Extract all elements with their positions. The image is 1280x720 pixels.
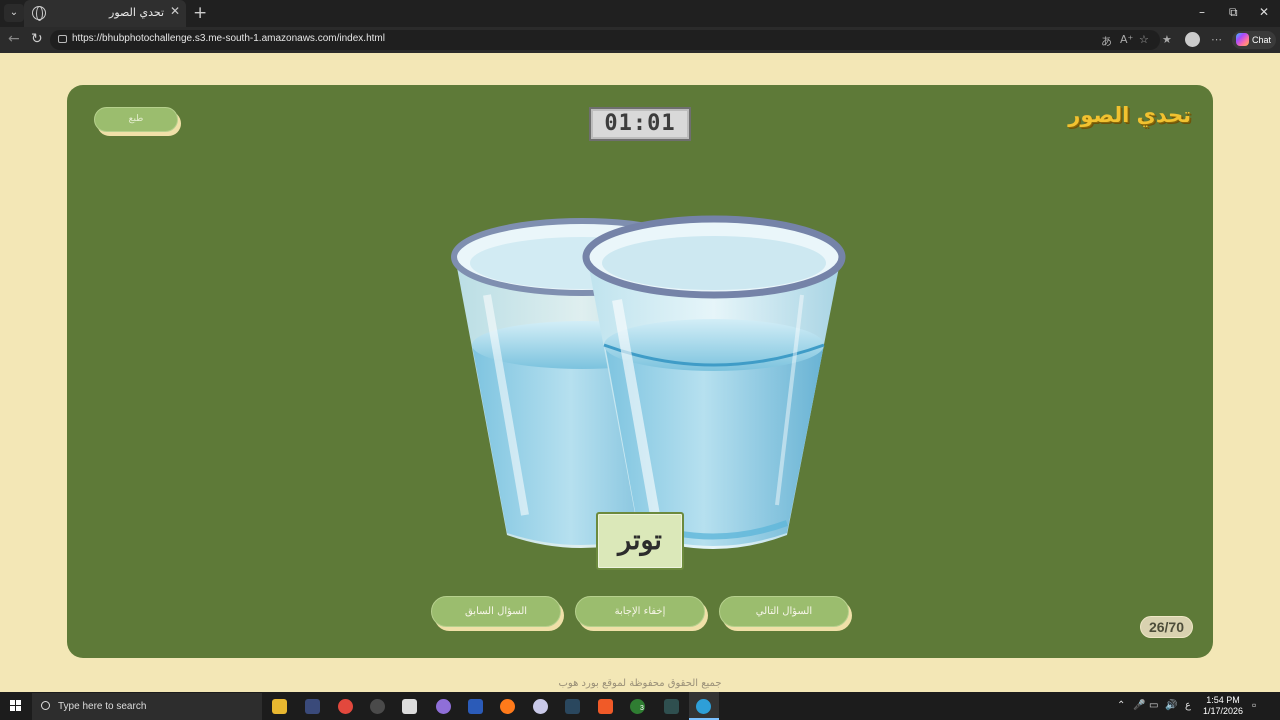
volume-icon[interactable]: 🔊	[1165, 700, 1177, 711]
app-icon[interactable]	[370, 699, 385, 714]
terminal-icon[interactable]	[664, 699, 679, 714]
search-placeholder: Type here to search	[58, 701, 147, 712]
favorite-star-icon[interactable]: ☆	[1139, 33, 1149, 46]
copilot-chat-button[interactable]: Chat	[1232, 31, 1276, 49]
search-icon	[41, 701, 50, 710]
language-indicator[interactable]: ع	[1185, 700, 1191, 711]
browser-tab-bar: ⌄ تحدي الصور ✕ + – ⧉ ✕	[0, 0, 1280, 27]
tab-actions-menu-icon[interactable]: ⌄	[4, 4, 24, 22]
game-board: طبع 01:01 تحدي الصور توتر السؤال السابق …	[67, 85, 1213, 658]
microphone-icon[interactable]: 🎤	[1133, 700, 1145, 711]
new-tab-icon[interactable]: +	[193, 3, 207, 23]
windows-taskbar: Type here to search 3 ⌃ 🎤 ▭ 🔊 ع 1:54 PM …	[0, 692, 1280, 720]
next-question-button[interactable]: السؤال التالي	[719, 596, 849, 627]
app-icon[interactable]	[305, 699, 320, 714]
globe-icon	[32, 6, 46, 21]
close-tab-icon[interactable]: ✕	[170, 4, 180, 18]
clock-date: 1/17/2026	[1202, 706, 1244, 716]
word-icon[interactable]	[468, 699, 483, 714]
back-icon[interactable]: ←	[8, 31, 20, 47]
question-counter: 26/70	[1140, 616, 1193, 638]
minimize-icon[interactable]: –	[1199, 5, 1205, 19]
xbox-badge: 3	[640, 705, 644, 712]
windows-start-icon[interactable]	[10, 700, 22, 712]
close-window-icon[interactable]: ✕	[1259, 5, 1269, 19]
browser-tab[interactable]: تحدي الصور ✕	[24, 0, 186, 27]
network-icon[interactable]: ▭	[1149, 700, 1158, 711]
clock-time: 1:54 PM	[1206, 695, 1240, 705]
firefox-icon[interactable]	[500, 699, 515, 714]
more-options-icon[interactable]: ⋯	[1211, 33, 1222, 46]
xbox-icon[interactable]: 3	[630, 699, 645, 714]
restore-icon[interactable]: ⧉	[1229, 5, 1238, 20]
print-button[interactable]: طبع	[94, 107, 178, 132]
steam-icon[interactable]	[565, 699, 580, 714]
chrome-icon[interactable]	[338, 699, 353, 714]
site-logo: تحدي الصور	[1068, 103, 1191, 127]
store-icon[interactable]	[402, 699, 417, 714]
edge-taskbar-active[interactable]	[689, 692, 719, 720]
profile-avatar[interactable]	[1185, 32, 1200, 47]
countdown-timer: 01:01	[589, 107, 691, 141]
app-icon[interactable]	[533, 699, 548, 714]
lock-icon	[58, 35, 67, 43]
notifications-icon[interactable]: ▫	[1252, 698, 1256, 712]
previous-question-button[interactable]: السؤال السابق	[431, 596, 561, 627]
tray-chevron-icon[interactable]: ⌃	[1117, 700, 1125, 711]
read-aloud-icon[interactable]: A⁺	[1120, 33, 1133, 46]
url-field[interactable]: https://bhubphotochallenge.s3.me-south-1…	[50, 30, 1160, 50]
taskbar-search-box[interactable]: Type here to search	[32, 693, 262, 720]
url-text: https://bhubphotochallenge.s3.me-south-1…	[72, 33, 385, 44]
app-icon[interactable]	[436, 699, 451, 714]
clock[interactable]: 1:54 PM 1/17/2026	[1195, 695, 1251, 717]
page: طبع 01:01 تحدي الصور توتر السؤال السابق …	[0, 53, 1280, 690]
answer-word-card: توتر	[596, 512, 684, 570]
file-explorer-icon[interactable]	[272, 699, 287, 714]
translate-icon[interactable]: あ	[1101, 33, 1112, 49]
address-bar-row: ← ↻ https://bhubphotochallenge.s3.me-sou…	[0, 27, 1280, 53]
hide-answer-button[interactable]: إخفاء الإجابة	[575, 596, 705, 627]
refresh-icon[interactable]: ↻	[31, 31, 43, 47]
tab-title: تحدي الصور	[109, 6, 164, 19]
brave-icon[interactable]	[598, 699, 613, 714]
footer-copyright: جميع الحقوق محفوظة لموقع بورد هوب	[558, 678, 722, 689]
edge-icon	[696, 699, 711, 714]
favorites-icon[interactable]: ★	[1162, 33, 1172, 46]
